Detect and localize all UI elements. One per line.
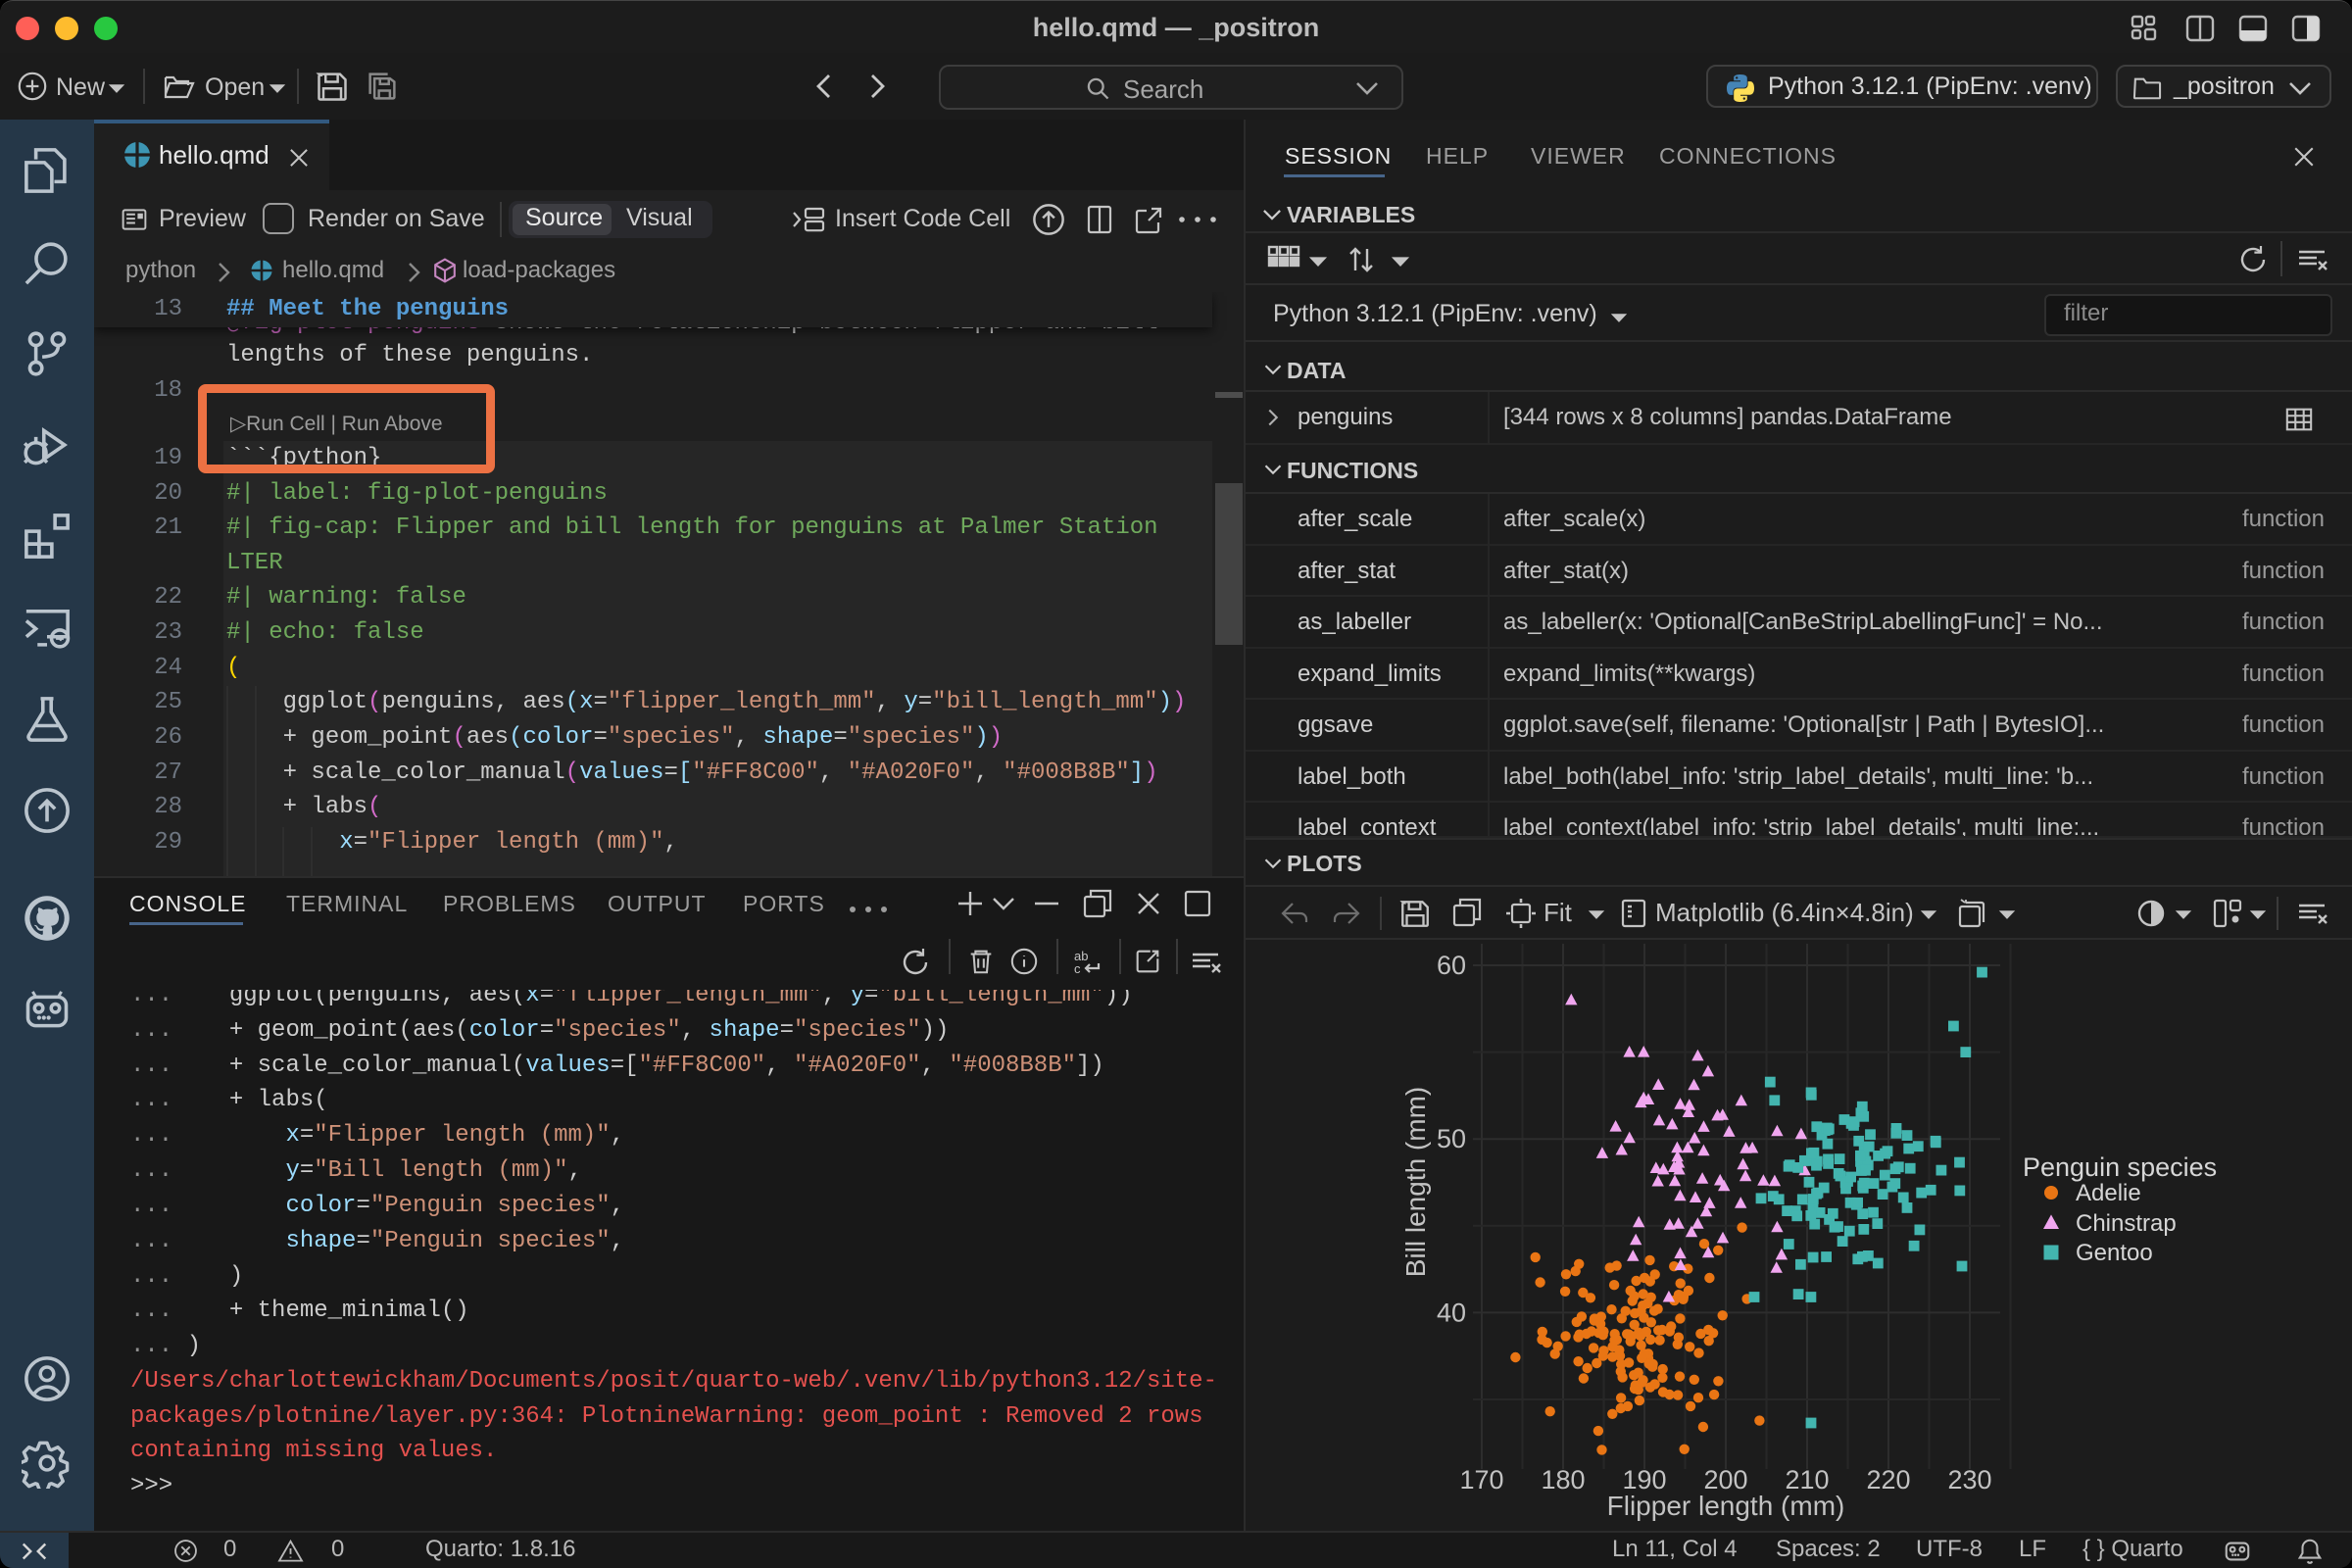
svg-text:50: 50 [1437,1124,1466,1153]
svg-text:Adelie: Adelie [2076,1180,2141,1206]
svg-text:180: 180 [1541,1465,1585,1494]
svg-text:170: 170 [1459,1465,1503,1494]
svg-text:40: 40 [1437,1298,1466,1327]
svg-text:Flipper length (mm): Flipper length (mm) [1607,1491,1845,1521]
svg-text:Gentoo: Gentoo [2076,1240,2153,1266]
svg-text:230: 230 [1947,1465,1991,1494]
svg-text:c: c [1074,961,1081,976]
svg-text:Bill length (mm): Bill length (mm) [1400,1087,1431,1277]
svg-text:Chinstrap: Chinstrap [2076,1210,2177,1237]
svg-text:220: 220 [1866,1465,1910,1494]
svg-text:Penguin species: Penguin species [2023,1152,2217,1182]
svg-text:60: 60 [1437,951,1466,980]
